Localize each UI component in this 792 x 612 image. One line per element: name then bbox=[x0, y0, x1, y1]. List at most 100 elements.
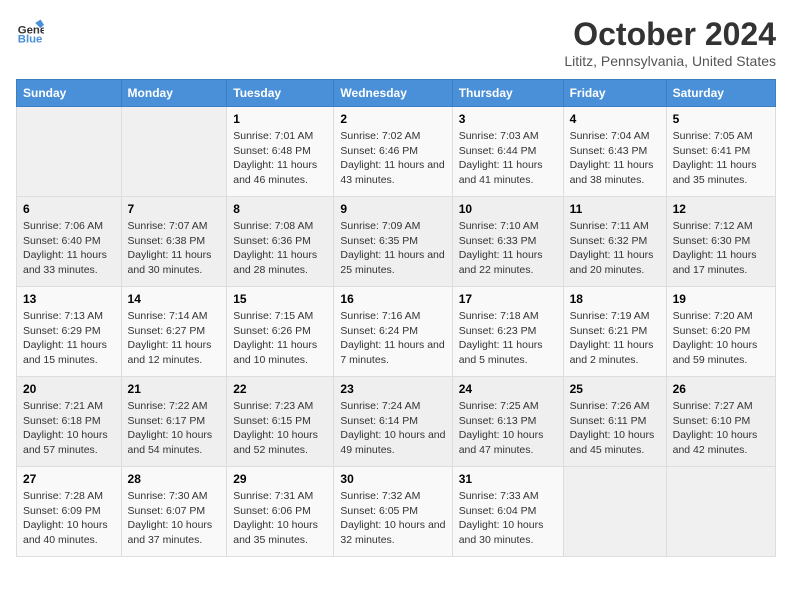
day-info: Sunrise: 7:22 AMSunset: 6:17 PMDaylight:… bbox=[128, 399, 221, 458]
day-number: 3 bbox=[459, 112, 557, 126]
day-number: 29 bbox=[233, 472, 327, 486]
day-number: 6 bbox=[23, 202, 115, 216]
day-cell: 1Sunrise: 7:01 AMSunset: 6:48 PMDaylight… bbox=[227, 107, 334, 197]
day-cell: 5 Sunrise: 7:05 AMSunset: 6:41 PMDaylight… bbox=[666, 107, 775, 197]
day-cell: 15 Sunrise: 7:15 AMSunset: 6:26 PMDayligh… bbox=[227, 287, 334, 377]
week-row-5: 27Sunrise: 7:28 AMSunset: 6:09 PMDayligh… bbox=[17, 467, 776, 557]
day-number: 12 bbox=[673, 202, 769, 216]
day-cell bbox=[666, 467, 775, 557]
day-cell: 10 Sunrise: 7:10 AMSunset: 6:33 PMDayligh… bbox=[452, 197, 563, 287]
day-number: 7 bbox=[128, 202, 221, 216]
day-info: Sunrise: 7:07 AMSunset: 6:38 PMDaylight:… bbox=[128, 219, 221, 278]
day-number: 20 bbox=[23, 382, 115, 396]
day-info: Sunrise: 7:14 AMSunset: 6:27 PMDaylight:… bbox=[128, 309, 221, 368]
day-cell: 16 Sunrise: 7:16 AMSunset: 6:24 PMDayligh… bbox=[334, 287, 452, 377]
header-cell-friday: Friday bbox=[563, 80, 666, 107]
header-cell-thursday: Thursday bbox=[452, 80, 563, 107]
day-info: Sunrise: 7:12 AMSunset: 6:30 PMDaylight:… bbox=[673, 219, 769, 278]
day-cell: 9 Sunrise: 7:09 AMSunset: 6:35 PMDaylight… bbox=[334, 197, 452, 287]
header-cell-tuesday: Tuesday bbox=[227, 80, 334, 107]
day-number: 10 bbox=[459, 202, 557, 216]
day-cell: 12 Sunrise: 7:12 AMSunset: 6:30 PMDayligh… bbox=[666, 197, 775, 287]
day-info: Sunrise: 7:08 AMSunset: 6:36 PMDaylight:… bbox=[233, 219, 327, 278]
day-cell: 23 Sunrise: 7:24 AMSunset: 6:14 PMDayligh… bbox=[334, 377, 452, 467]
day-info: Sunrise: 7:11 AMSunset: 6:32 PMDaylight:… bbox=[570, 219, 660, 278]
day-info: Sunrise: 7:02 AMSunset: 6:46 PMDaylight:… bbox=[340, 129, 445, 188]
day-cell: 17Sunrise: 7:18 AMSunset: 6:23 PMDayligh… bbox=[452, 287, 563, 377]
day-info: Sunrise: 7:13 AMSunset: 6:29 PMDaylight:… bbox=[23, 309, 115, 368]
day-number: 1 bbox=[233, 112, 327, 126]
day-number: 2 bbox=[340, 112, 445, 126]
day-info: Sunrise: 7:26 AMSunset: 6:11 PMDaylight:… bbox=[570, 399, 660, 458]
header: General Blue October 2024 Lititz, Pennsy… bbox=[16, 16, 776, 69]
day-cell: 25 Sunrise: 7:26 AMSunset: 6:11 PMDayligh… bbox=[563, 377, 666, 467]
day-number: 15 bbox=[233, 292, 327, 306]
day-info: Sunrise: 7:10 AMSunset: 6:33 PMDaylight:… bbox=[459, 219, 557, 278]
day-info: Sunrise: 7:31 AMSunset: 6:06 PMDaylight:… bbox=[233, 489, 327, 548]
day-info: Sunrise: 7:19 AMSunset: 6:21 PMDaylight:… bbox=[570, 309, 660, 368]
day-number: 21 bbox=[128, 382, 221, 396]
subtitle: Lititz, Pennsylvania, United States bbox=[564, 53, 776, 69]
day-info: Sunrise: 7:27 AMSunset: 6:10 PMDaylight:… bbox=[673, 399, 769, 458]
day-cell: 6 Sunrise: 7:06 AMSunset: 6:40 PMDaylight… bbox=[17, 197, 122, 287]
day-number: 11 bbox=[570, 202, 660, 216]
day-info: Sunrise: 7:09 AMSunset: 6:35 PMDaylight:… bbox=[340, 219, 445, 278]
day-cell: 26 Sunrise: 7:27 AMSunset: 6:10 PMDayligh… bbox=[666, 377, 775, 467]
day-info: Sunrise: 7:15 AMSunset: 6:26 PMDaylight:… bbox=[233, 309, 327, 368]
calendar-table: SundayMondayTuesdayWednesdayThursdayFrid… bbox=[16, 79, 776, 557]
day-cell: 7 Sunrise: 7:07 AMSunset: 6:38 PMDaylight… bbox=[121, 197, 227, 287]
week-row-4: 20 Sunrise: 7:21 AMSunset: 6:18 PMDayligh… bbox=[17, 377, 776, 467]
day-info: Sunrise: 7:21 AMSunset: 6:18 PMDaylight:… bbox=[23, 399, 115, 458]
day-cell bbox=[121, 107, 227, 197]
day-number: 16 bbox=[340, 292, 445, 306]
day-info: Sunrise: 7:20 AMSunset: 6:20 PMDaylight:… bbox=[673, 309, 769, 368]
header-cell-monday: Monday bbox=[121, 80, 227, 107]
week-row-3: 13 Sunrise: 7:13 AMSunset: 6:29 PMDayligh… bbox=[17, 287, 776, 377]
day-number: 22 bbox=[233, 382, 327, 396]
day-number: 25 bbox=[570, 382, 660, 396]
day-cell bbox=[563, 467, 666, 557]
day-cell: 19 Sunrise: 7:20 AMSunset: 6:20 PMDayligh… bbox=[666, 287, 775, 377]
day-number: 4 bbox=[570, 112, 660, 126]
day-info: Sunrise: 7:23 AMSunset: 6:15 PMDaylight:… bbox=[233, 399, 327, 458]
header-cell-wednesday: Wednesday bbox=[334, 80, 452, 107]
day-cell: 3 Sunrise: 7:03 AMSunset: 6:44 PMDaylight… bbox=[452, 107, 563, 197]
day-info: Sunrise: 7:30 AMSunset: 6:07 PMDaylight:… bbox=[128, 489, 221, 548]
day-info: Sunrise: 7:25 AMSunset: 6:13 PMDaylight:… bbox=[459, 399, 557, 458]
svg-text:Blue: Blue bbox=[18, 33, 43, 44]
day-info: Sunrise: 7:06 AMSunset: 6:40 PMDaylight:… bbox=[23, 219, 115, 278]
day-cell: 8Sunrise: 7:08 AMSunset: 6:36 PMDaylight… bbox=[227, 197, 334, 287]
day-cell: 30 Sunrise: 7:32 AMSunset: 6:05 PMDayligh… bbox=[334, 467, 452, 557]
day-number: 5 bbox=[673, 112, 769, 126]
day-cell: 27Sunrise: 7:28 AMSunset: 6:09 PMDayligh… bbox=[17, 467, 122, 557]
header-cell-sunday: Sunday bbox=[17, 80, 122, 107]
day-info: Sunrise: 7:03 AMSunset: 6:44 PMDaylight:… bbox=[459, 129, 557, 188]
day-info: Sunrise: 7:16 AMSunset: 6:24 PMDaylight:… bbox=[340, 309, 445, 368]
header-cell-saturday: Saturday bbox=[666, 80, 775, 107]
day-info: Sunrise: 7:32 AMSunset: 6:05 PMDaylight:… bbox=[340, 489, 445, 548]
main-title: October 2024 bbox=[564, 16, 776, 53]
day-number: 26 bbox=[673, 382, 769, 396]
day-number: 19 bbox=[673, 292, 769, 306]
day-number: 30 bbox=[340, 472, 445, 486]
day-number: 27 bbox=[23, 472, 115, 486]
day-cell: 11 Sunrise: 7:11 AMSunset: 6:32 PMDayligh… bbox=[563, 197, 666, 287]
day-number: 23 bbox=[340, 382, 445, 396]
day-info: Sunrise: 7:24 AMSunset: 6:14 PMDaylight:… bbox=[340, 399, 445, 458]
day-cell: 14Sunrise: 7:14 AMSunset: 6:27 PMDayligh… bbox=[121, 287, 227, 377]
day-cell: 22 Sunrise: 7:23 AMSunset: 6:15 PMDayligh… bbox=[227, 377, 334, 467]
day-cell: 21 Sunrise: 7:22 AMSunset: 6:17 PMDayligh… bbox=[121, 377, 227, 467]
week-row-2: 6 Sunrise: 7:06 AMSunset: 6:40 PMDaylight… bbox=[17, 197, 776, 287]
day-number: 28 bbox=[128, 472, 221, 486]
day-info: Sunrise: 7:05 AMSunset: 6:41 PMDaylight:… bbox=[673, 129, 769, 188]
day-cell: 4Sunrise: 7:04 AMSunset: 6:43 PMDaylight… bbox=[563, 107, 666, 197]
day-cell: 2 Sunrise: 7:02 AMSunset: 6:46 PMDaylight… bbox=[334, 107, 452, 197]
day-cell: 28 Sunrise: 7:30 AMSunset: 6:07 PMDayligh… bbox=[121, 467, 227, 557]
day-cell: 24Sunrise: 7:25 AMSunset: 6:13 PMDayligh… bbox=[452, 377, 563, 467]
day-info: Sunrise: 7:18 AMSunset: 6:23 PMDaylight:… bbox=[459, 309, 557, 368]
day-number: 18 bbox=[570, 292, 660, 306]
day-cell: 29 Sunrise: 7:31 AMSunset: 6:06 PMDayligh… bbox=[227, 467, 334, 557]
day-number: 9 bbox=[340, 202, 445, 216]
day-number: 13 bbox=[23, 292, 115, 306]
day-cell: 13 Sunrise: 7:13 AMSunset: 6:29 PMDayligh… bbox=[17, 287, 122, 377]
